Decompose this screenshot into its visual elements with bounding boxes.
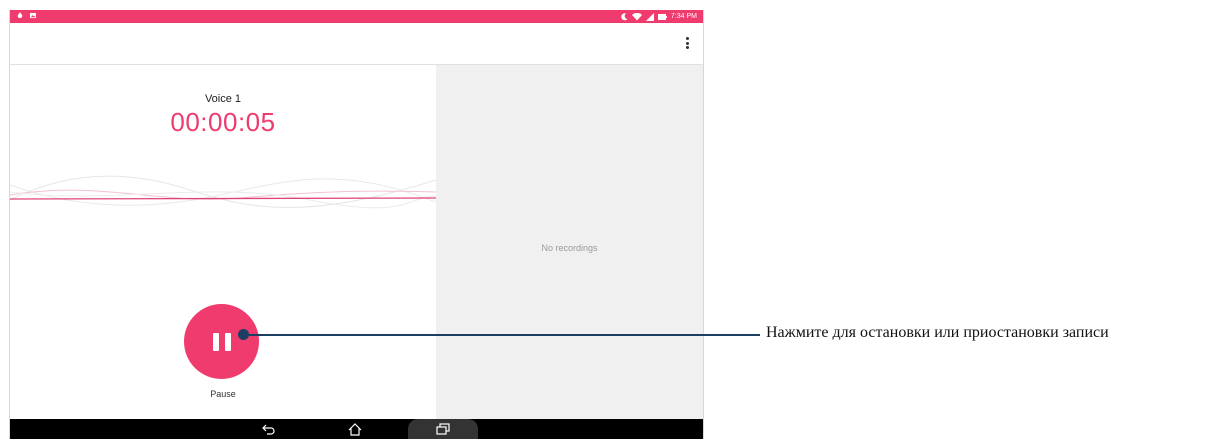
more-vert-icon[interactable]: [683, 35, 691, 51]
pause-icon: [212, 332, 231, 351]
wifi-icon: [631, 12, 642, 20]
app-bar: [10, 23, 703, 64]
image-icon: [30, 12, 36, 19]
recents-icon[interactable]: [428, 421, 458, 437]
pause-button[interactable]: [184, 304, 259, 379]
navigation-bar: [10, 419, 703, 439]
waveform: [10, 175, 436, 209]
recording-timer: 00:00:05: [170, 107, 276, 137]
callout-text: Нажмите для остановки или приостановки з…: [766, 324, 1109, 341]
recording-name: Voice 1: [204, 93, 242, 105]
recordings-list-panel: No recordings: [436, 65, 703, 419]
recorder-panel: Voice 1 00:00:05 Pause: [10, 65, 436, 419]
status-right-icons: 7:34 PM: [621, 11, 697, 22]
moon-icon: [621, 12, 628, 20]
status-bar: 7:34 PM: [10, 10, 703, 23]
status-time: 7:34 PM: [670, 13, 697, 20]
callout-line: [247, 334, 760, 336]
pause-label: Pause: [210, 389, 236, 399]
empty-recordings-message: No recordings: [541, 243, 598, 253]
home-icon[interactable]: [340, 421, 370, 437]
battery-icon: [657, 13, 667, 20]
callout-dot: [238, 329, 249, 340]
signal-icon: [645, 12, 654, 21]
back-icon[interactable]: [254, 421, 284, 437]
flame-icon: [17, 12, 23, 19]
status-left-icons: [17, 12, 36, 19]
device-screen: 7:34 PM Voice 1 00:00:05 Pause No record…: [9, 10, 704, 439]
